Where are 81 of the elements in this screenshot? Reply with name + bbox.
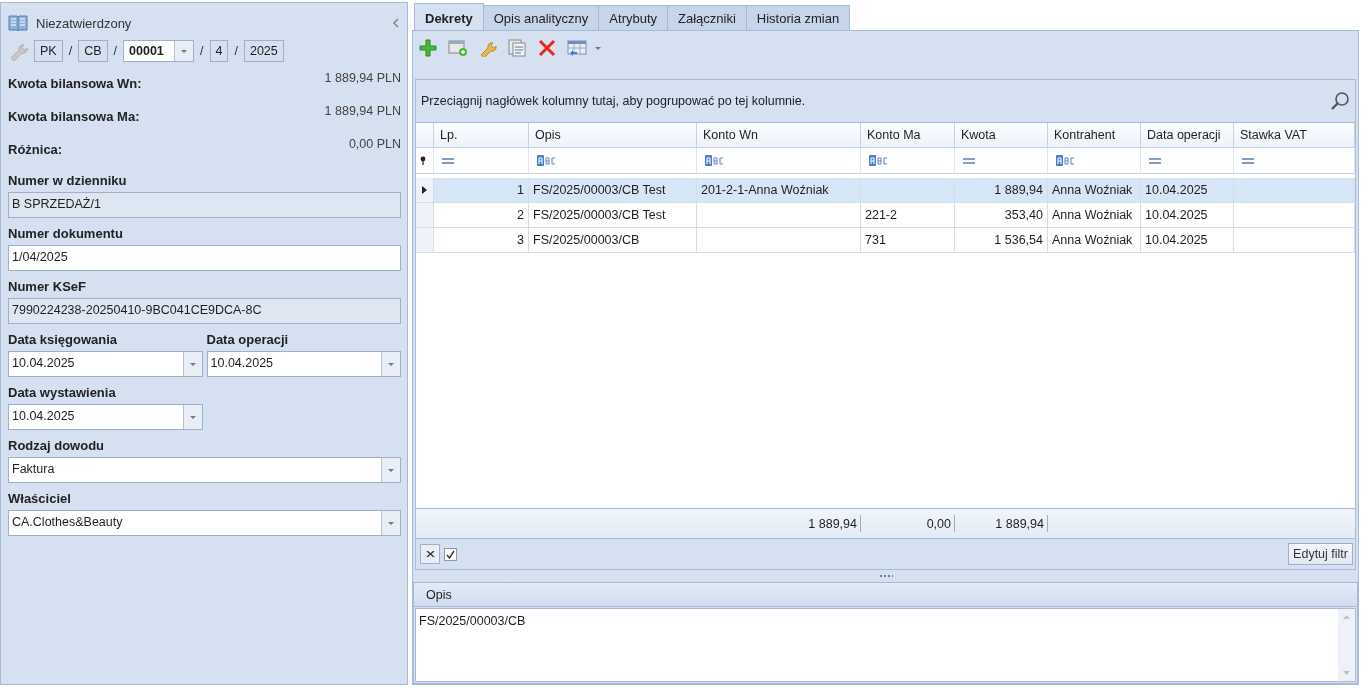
text-filter-icon[interactable] [705, 155, 725, 166]
summary-label: Kwota bilansowa Ma: [8, 109, 140, 124]
total-value: 1 889,94 [955, 515, 1048, 532]
input-field[interactable]: 1/04/2025 [9, 246, 400, 270]
text-filter-icon[interactable] [537, 155, 557, 166]
summary-value: 0,00 PLN [348, 136, 401, 151]
tab[interactable]: Załączniki [667, 5, 747, 30]
add-icon[interactable] [419, 39, 437, 57]
table-cell: FS/2025/00003/CB [529, 228, 697, 253]
status-label: Niezatwierdzony [36, 15, 133, 31]
readonly-field: 7990224238-20250410-9BC041CE9DCA-8C [9, 299, 400, 323]
column-header[interactable]: Stawka VAT [1234, 123, 1355, 148]
table-cell: 1 536,54 [955, 228, 1048, 253]
delete-icon[interactable] [538, 39, 556, 57]
panel-title: Opis [414, 583, 1357, 607]
wrench-icon [8, 41, 28, 61]
checkbox[interactable] [444, 547, 457, 561]
total-value: 1 889,94 [697, 515, 861, 532]
window-add-icon[interactable] [448, 39, 468, 57]
total-value: 0,00 [861, 515, 955, 532]
column-header[interactable]: Konto Ma [861, 123, 955, 148]
table-row[interactable]: 2 FS/2025/00003/CB Test 221-2 353,40 Anna Woźniak 10.04.2025 [416, 203, 1355, 228]
search-icon[interactable] [1330, 91, 1350, 111]
summary-value: 1 889,94 PLN [324, 70, 401, 85]
column-header[interactable]: Lp. [434, 123, 529, 148]
column-header[interactable]: Opis [529, 123, 697, 148]
number-field[interactable]: 2025 [243, 40, 284, 62]
wrench-icon[interactable] [479, 39, 497, 57]
column-header[interactable]: Kwota [955, 123, 1048, 148]
collapse-icon[interactable] [391, 17, 401, 29]
equals-filter-icon[interactable] [1149, 157, 1161, 164]
pin-icon [420, 156, 426, 165]
text-filter-icon[interactable] [1056, 155, 1076, 166]
separator: / [234, 44, 238, 58]
text-filter-icon[interactable] [869, 155, 889, 166]
equals-filter-icon[interactable] [1242, 157, 1254, 164]
separator: / [200, 44, 204, 58]
field-label: Numer dokumentu [8, 226, 124, 243]
field-label: Numer KSeF [8, 279, 88, 296]
table-cell: 10.04.2025 [1141, 228, 1234, 253]
field-label: Data księgowania [8, 332, 119, 349]
documents-icon[interactable] [508, 39, 527, 57]
cross-icon [425, 551, 435, 557]
edit-filter-button[interactable]: Edytuj filtr [1288, 543, 1353, 565]
table-cell: 3 [434, 228, 529, 253]
summary-label: Różnica: [8, 142, 63, 157]
row-indicator-icon [422, 186, 427, 194]
field-label: Data wystawienia [8, 385, 117, 402]
equals-filter-icon[interactable] [442, 157, 454, 164]
readonly-field: B SPRZEDAŻ/1 [9, 193, 400, 217]
separator: / [113, 44, 118, 58]
group-hint: Przeciągnij nagłówek kolumny tutaj, aby pogrupować po tej kolumnie. [421, 94, 806, 108]
column-header[interactable]: Data operacji [1141, 123, 1234, 148]
equals-filter-icon[interactable] [963, 157, 975, 164]
tab[interactable]: Opis analityczny [482, 5, 600, 30]
splitter-handle-icon[interactable] [878, 574, 893, 578]
tab[interactable]: Dekrety [414, 3, 484, 30]
header-corner [416, 123, 434, 148]
check-icon [446, 549, 455, 559]
tab[interactable]: Historia zmian [745, 5, 851, 30]
number-field[interactable]: CB [78, 40, 108, 62]
number-field[interactable]: PK [34, 40, 63, 62]
field-label: Data operacji [206, 332, 290, 349]
field-label: Numer w dzienniku [8, 173, 128, 190]
field-label: Właściciel [8, 491, 72, 508]
caret-icon[interactable] [593, 44, 603, 52]
table-icon[interactable] [567, 39, 587, 57]
table-cell: 731 [861, 228, 955, 253]
summary-value: 1 889,94 PLN [324, 103, 401, 118]
table-row[interactable]: 1 FS/2025/00003/CB Test 201-2-1-Anna Woźniak 1 889,94 Anna Woźniak 10.04.2025 [416, 178, 1355, 203]
column-header[interactable]: Kontrahent [1048, 123, 1141, 148]
field-label: Rodzaj dowodu [8, 438, 106, 455]
clear-filter-button[interactable] [420, 544, 440, 564]
table-cell: Anna Woźniak [1048, 228, 1141, 253]
number-field[interactable]: 4 [209, 40, 229, 62]
separator: / [68, 44, 73, 58]
book-icon [8, 14, 28, 32]
summary-label: Kwota bilansowa Wn: [8, 76, 142, 91]
column-header[interactable]: Konto Wn [697, 123, 861, 148]
table-row[interactable]: 3 FS/2025/00003/CB 731 1 536,54 Anna Woźniak 10.04.2025 [416, 228, 1355, 253]
tab[interactable]: Atrybuty [598, 5, 669, 30]
